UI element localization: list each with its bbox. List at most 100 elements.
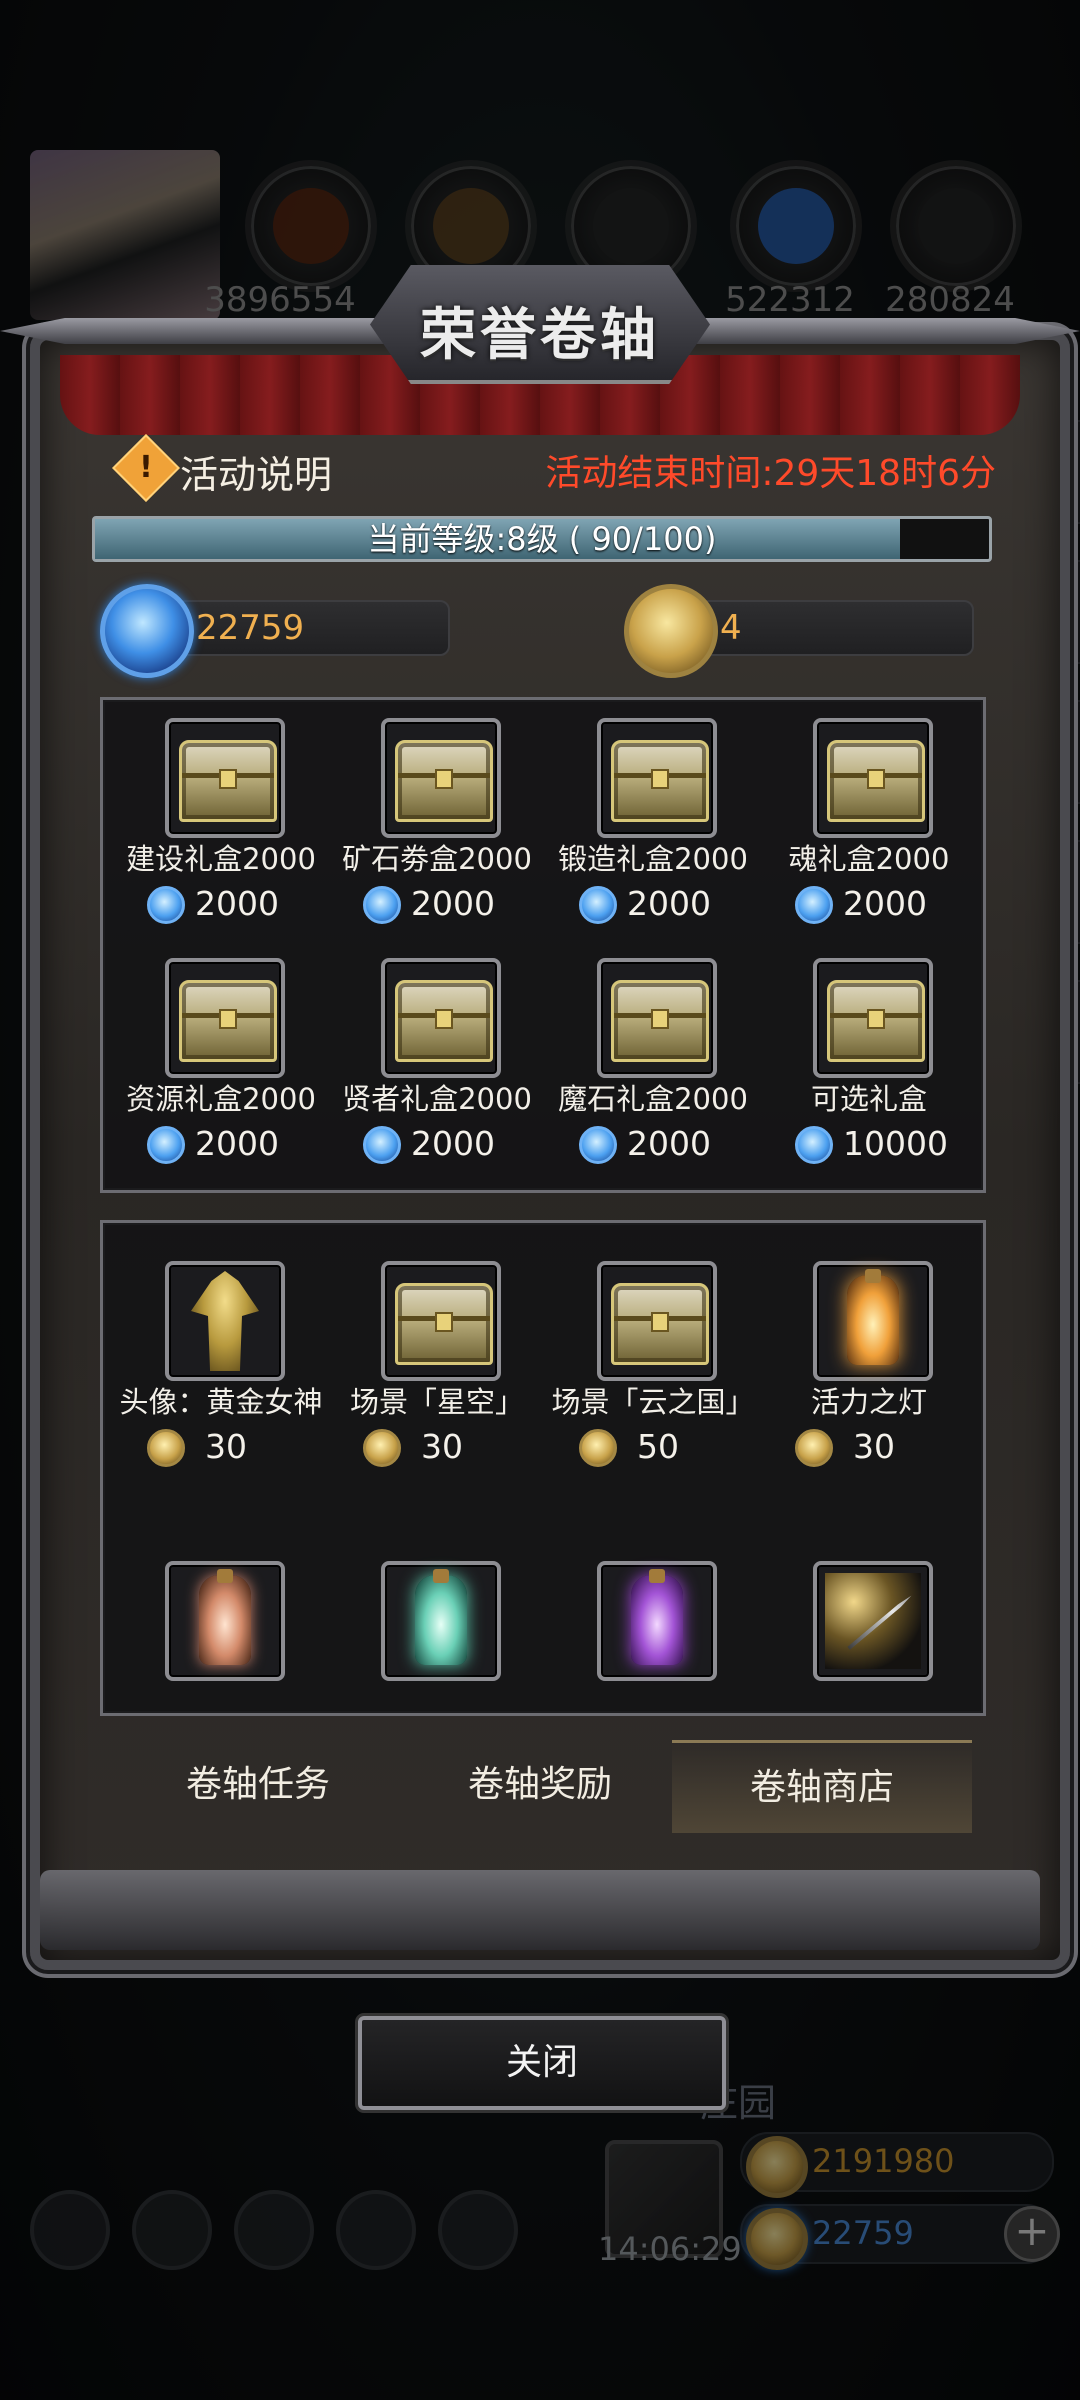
item-icon-frame — [381, 718, 501, 838]
price-value: 30 — [205, 1427, 247, 1466]
item-price: 2000 — [113, 882, 329, 926]
item-price: 2000 — [761, 882, 977, 926]
shop-item[interactable] — [113, 1553, 329, 1693]
tab-scroll-shop[interactable]: 卷轴商店 — [672, 1740, 972, 1833]
item-name: 场景「云之国」 — [551, 1385, 755, 1419]
item-price: 2000 — [545, 882, 761, 926]
event-end-time: 活动结束时间:29天18时6分 — [545, 453, 996, 494]
item-icon-frame — [597, 1261, 717, 1381]
item-price: 2000 — [329, 882, 545, 926]
item-icon-frame — [165, 718, 285, 838]
price-value: 2000 — [411, 1124, 495, 1163]
coin-shop-panel: 头像：黄金女神 30 场景「星空」 30 场景「云之国」 50 活力之灯 30 — [100, 1220, 986, 1716]
honor-coin-icon — [624, 584, 718, 678]
item-icon-frame — [165, 1261, 285, 1381]
item-icon-frame — [597, 958, 717, 1078]
shop-item[interactable]: 矿石劵盒2000 2000 — [329, 710, 545, 940]
item-price: 2000 — [113, 1122, 329, 1166]
item-name: 建设礼盒2000 — [126, 842, 316, 876]
chest-icon — [827, 980, 925, 1062]
gem-icon — [795, 1126, 833, 1164]
chest-icon — [611, 740, 709, 822]
vitality-lamp-icon — [847, 1269, 899, 1365]
item-icon-frame — [597, 1561, 717, 1681]
shop-item[interactable]: 贤者礼盒2000 2000 — [329, 950, 545, 1180]
shop-item[interactable]: 魂礼盒2000 2000 — [761, 710, 977, 940]
gem-icon — [579, 1126, 617, 1164]
chest-icon — [395, 740, 493, 822]
item-icon-frame — [165, 1561, 285, 1681]
chest-icon — [395, 980, 493, 1062]
item-price: 30 — [329, 1425, 545, 1469]
frame-bottom-ornament — [40, 1870, 1040, 1950]
item-price: 2000 — [329, 1122, 545, 1166]
item-price: 30 — [113, 1425, 329, 1469]
shop-item[interactable]: 魔石礼盒2000 2000 — [545, 950, 761, 1180]
chest-icon — [827, 740, 925, 822]
shop-item[interactable]: 建设礼盒2000 2000 — [113, 710, 329, 940]
honor-coin-icon — [363, 1429, 401, 1467]
honor-coin-icon — [579, 1429, 617, 1467]
shop-item[interactable] — [329, 1553, 545, 1693]
item-name: 魔石礼盒2000 — [558, 1082, 748, 1116]
gem-icon — [579, 886, 617, 924]
shop-item[interactable]: 活力之灯 30 — [761, 1253, 977, 1483]
item-icon-frame — [165, 958, 285, 1078]
shop-item[interactable]: 场景「云之国」 50 — [545, 1253, 761, 1483]
shop-item[interactable]: 头像：黄金女神 30 — [113, 1253, 329, 1483]
item-name: 矿石劵盒2000 — [342, 842, 532, 876]
price-value: 2000 — [843, 884, 927, 923]
price-value: 2000 — [627, 1124, 711, 1163]
price-value: 2000 — [195, 1124, 279, 1163]
price-value: 2000 — [195, 884, 279, 923]
gem-icon — [363, 886, 401, 924]
shop-item[interactable]: 锻造礼盒2000 2000 — [545, 710, 761, 940]
chest-icon — [179, 740, 277, 822]
gem-icon — [363, 1126, 401, 1164]
chest-icon — [395, 1283, 493, 1365]
item-icon-frame — [813, 1561, 933, 1681]
item-name: 资源礼盒2000 — [126, 1082, 316, 1116]
golden-goddess-icon — [191, 1271, 259, 1371]
price-value: 2000 — [627, 884, 711, 923]
item-name: 锻造礼盒2000 — [558, 842, 748, 876]
item-icon-frame — [813, 958, 933, 1078]
price-value: 50 — [637, 1427, 679, 1466]
event-info-button[interactable]: ! 活动说明 — [112, 434, 422, 502]
event-info-label: 活动说明 — [180, 453, 333, 497]
honor-coin-icon — [795, 1429, 833, 1467]
chest-icon — [611, 1283, 709, 1365]
item-name: 可选礼盒 — [810, 1082, 927, 1116]
item-price: 10000 — [761, 1122, 977, 1166]
tab-scroll-rewards[interactable]: 卷轴奖励 — [390, 1740, 690, 1830]
gem-balance: 22759 — [100, 584, 450, 678]
level-progress-bar: 当前等级:8级 ( 90/100) — [92, 516, 992, 562]
price-value: 10000 — [843, 1124, 948, 1163]
item-icon-frame — [381, 1261, 501, 1381]
price-value: 30 — [853, 1427, 895, 1466]
level-text: 当前等级:8级 ( 90/100) — [367, 520, 717, 558]
gem-icon — [147, 1126, 185, 1164]
shop-item[interactable]: 资源礼盒2000 2000 — [113, 950, 329, 1180]
shop-item[interactable] — [761, 1553, 977, 1693]
honor-coin-balance: 4 — [624, 584, 974, 678]
price-value: 2000 — [411, 884, 495, 923]
tab-scroll-tasks[interactable]: 卷轴任务 — [108, 1740, 408, 1830]
item-icon-frame — [597, 718, 717, 838]
chest-icon — [611, 980, 709, 1062]
price-value: 30 — [421, 1427, 463, 1466]
shop-item[interactable]: 可选礼盒 10000 — [761, 950, 977, 1180]
cyan-lamp-icon — [415, 1569, 467, 1665]
gem-icon — [795, 886, 833, 924]
item-price: 2000 — [545, 1122, 761, 1166]
shop-item[interactable]: 场景「星空」 30 — [329, 1253, 545, 1483]
item-price: 30 — [761, 1425, 977, 1469]
item-icon-frame — [381, 958, 501, 1078]
item-name: 魂礼盒2000 — [788, 842, 950, 876]
item-name: 场景「星空」 — [349, 1385, 524, 1419]
gem-balance-value: 22759 — [196, 608, 305, 648]
close-button[interactable]: 关闭 — [358, 2016, 726, 2110]
gem-icon — [100, 584, 194, 678]
warning-icon: ! — [112, 434, 180, 502]
shop-item[interactable] — [545, 1553, 761, 1693]
